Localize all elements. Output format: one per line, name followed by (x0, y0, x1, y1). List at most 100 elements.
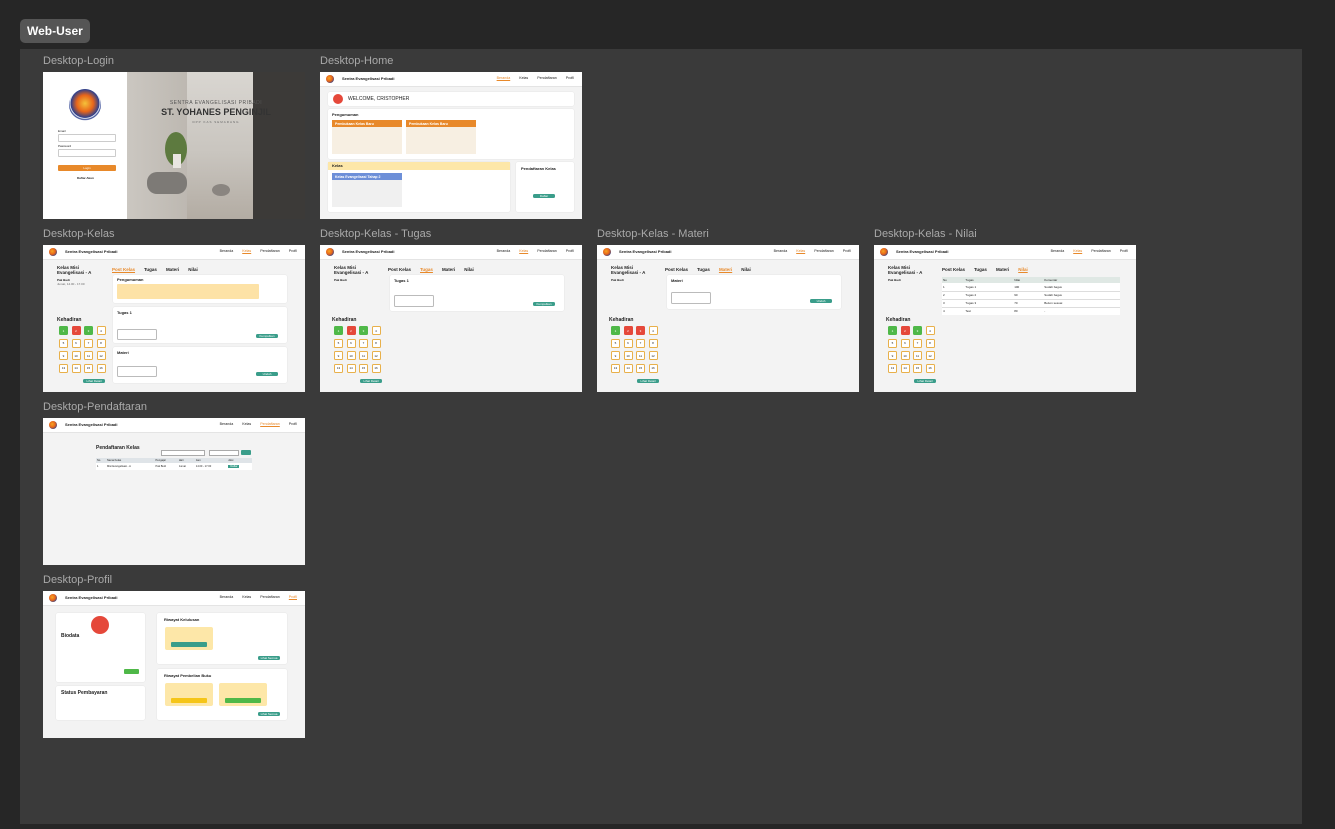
lihat-detail-button[interactable]: Lihat Detail (83, 379, 105, 383)
attendance-cell[interactable]: 15 (84, 363, 93, 373)
attendance-cell[interactable]: 13 (611, 363, 620, 373)
attendance-cell[interactable]: 2 (71, 326, 81, 335)
attendance-cell[interactable]: 1 (888, 326, 897, 335)
attendance-cell[interactable]: 8 (96, 338, 106, 348)
kumpulkan-button[interactable]: Kumpulkan (533, 302, 555, 306)
nav-beranda[interactable]: Beranda (220, 595, 234, 599)
tab-materi[interactable]: Materi (996, 267, 1009, 272)
attendance-cell[interactable]: 12 (96, 351, 106, 360)
tab-materi[interactable]: Materi (719, 267, 732, 272)
attendance-cell[interactable]: 10 (71, 351, 81, 360)
tab-post-kelas[interactable]: Post Kelas (942, 267, 965, 272)
nav-pendaftaran[interactable]: Pendaftaran (537, 249, 557, 253)
tab-tugas[interactable]: Tugas (697, 267, 710, 272)
frame-home[interactable]: Sentra Evangelisasi Pribadi Beranda Kela… (320, 72, 582, 219)
frame-profil[interactable]: Sentra Evangelisasi Pribadi Beranda Kela… (43, 591, 305, 738)
lihat-detail-button[interactable]: Lihat Detail (914, 379, 936, 383)
book-status-button[interactable] (225, 698, 261, 703)
nav-beranda[interactable]: Beranda (497, 249, 511, 253)
frame-login[interactable]: Email Password Login Daftar Akun SENTRA … (43, 72, 305, 219)
daftar-button[interactable]: Daftar (533, 194, 555, 198)
attendance-cell[interactable]: 11 (84, 351, 93, 360)
attendance-cell[interactable]: 5 (888, 338, 897, 348)
file-attachment[interactable] (394, 295, 434, 307)
tab-nilai[interactable]: Nilai (1018, 267, 1028, 272)
attendance-cell[interactable]: 9 (334, 351, 343, 360)
tab-tugas[interactable]: Tugas (144, 267, 157, 272)
nav-beranda[interactable]: Beranda (774, 249, 788, 253)
frame-pendaftaran[interactable]: Sentra Evangelisasi Pribadi Beranda Kela… (43, 418, 305, 565)
frame-tugas[interactable]: Sentra Evangelisasi Pribadi Beranda Kela… (320, 245, 582, 392)
attendance-cell[interactable]: 14 (346, 363, 356, 373)
frame-label-tugas[interactable]: Desktop-Kelas - Tugas (320, 228, 431, 241)
attendance-cell[interactable]: 1 (334, 326, 343, 335)
nav-pendaftaran[interactable]: Pendaftaran (260, 249, 280, 253)
attendance-cell[interactable]: 12 (925, 351, 935, 360)
attendance-cell[interactable]: 3 (636, 326, 645, 335)
section-tag[interactable]: Web-User (20, 19, 90, 43)
edit-button[interactable] (124, 669, 139, 674)
nav-pendaftaran[interactable]: Pendaftaran (260, 595, 280, 599)
attendance-cell[interactable]: 1 (59, 326, 68, 335)
attendance-cell[interactable]: 12 (371, 351, 381, 360)
attendance-cell[interactable]: 9 (611, 351, 620, 360)
lihat-semua-button[interactable]: Lihat Semua (258, 656, 280, 660)
nav-beranda[interactable]: Beranda (1051, 249, 1065, 253)
tab-nilai[interactable]: Nilai (741, 267, 751, 272)
file-attachment[interactable] (671, 292, 711, 304)
attendance-cell[interactable]: 3 (84, 326, 93, 335)
attendance-cell[interactable]: 16 (925, 363, 935, 373)
attendance-cell[interactable]: 12 (648, 351, 658, 360)
attendance-cell[interactable]: 9 (888, 351, 897, 360)
attendance-cell[interactable]: 4 (648, 326, 658, 335)
attendance-cell[interactable]: 2 (346, 326, 356, 335)
attendance-cell[interactable]: 7 (359, 338, 368, 348)
attendance-cell[interactable]: 8 (371, 338, 381, 348)
frame-materi[interactable]: Sentra Evangelisasi Pribadi Beranda Kela… (597, 245, 859, 392)
tab-materi[interactable]: Materi (442, 267, 455, 272)
attendance-cell[interactable]: 11 (636, 351, 645, 360)
nav-profil[interactable]: Profil (843, 249, 851, 253)
attendance-cell[interactable]: 11 (913, 351, 922, 360)
attendance-cell[interactable]: 15 (913, 363, 922, 373)
nav-profil[interactable]: Profil (566, 249, 574, 253)
attendance-cell[interactable]: 14 (71, 363, 81, 373)
attendance-cell[interactable]: 3 (359, 326, 368, 335)
tab-tugas[interactable]: Tugas (420, 267, 433, 272)
attendance-cell[interactable]: 14 (900, 363, 910, 373)
book-status-button[interactable] (171, 698, 207, 703)
attendance-cell[interactable]: 5 (59, 338, 68, 348)
attendance-cell[interactable]: 7 (636, 338, 645, 348)
tab-post-kelas[interactable]: Post Kelas (112, 267, 135, 272)
login-button[interactable]: Login (58, 165, 116, 171)
class-card[interactable]: Kelas Evangelisasi Tahap 2 (332, 173, 402, 207)
nav-kelas[interactable]: Kelas (519, 249, 528, 253)
attendance-cell[interactable]: 4 (371, 326, 381, 335)
attendance-cell[interactable]: 10 (346, 351, 356, 360)
attendance-cell[interactable]: 7 (913, 338, 922, 348)
register-link[interactable]: Daftar Akun (77, 176, 94, 180)
nav-kelas[interactable]: Kelas (1073, 249, 1082, 253)
announcement-card-1[interactable]: Pembukaan Kelas Baru (332, 120, 402, 154)
nav-beranda[interactable]: Beranda (220, 249, 234, 253)
nav-kelas[interactable]: Kelas (242, 249, 251, 253)
frame-label-pendaftaran[interactable]: Desktop-Pendaftaran (43, 401, 147, 414)
file-attachment[interactable] (117, 329, 157, 340)
attendance-cell[interactable]: 2 (900, 326, 910, 335)
attendance-cell[interactable]: 14 (623, 363, 633, 373)
attendance-cell[interactable]: 13 (334, 363, 343, 373)
attendance-cell[interactable]: 5 (611, 338, 620, 348)
nav-beranda[interactable]: Beranda (497, 76, 511, 80)
nav-pendaftaran[interactable]: Pendaftaran (260, 422, 280, 426)
frame-label-kelas[interactable]: Desktop-Kelas (43, 228, 115, 241)
announcement-card-2[interactable]: Pembukaan Kelas Baru (406, 120, 476, 154)
attendance-cell[interactable]: 10 (623, 351, 633, 360)
attendance-cell[interactable]: 4 (925, 326, 935, 335)
nav-pendaftaran[interactable]: Pendaftaran (537, 76, 557, 80)
tab-post-kelas[interactable]: Post Kelas (388, 267, 411, 272)
attendance-cell[interactable]: 7 (84, 338, 93, 348)
nav-beranda[interactable]: Beranda (220, 422, 234, 426)
hari-select[interactable] (161, 450, 205, 456)
nav-profil[interactable]: Profil (1120, 249, 1128, 253)
nav-kelas[interactable]: Kelas (796, 249, 805, 253)
